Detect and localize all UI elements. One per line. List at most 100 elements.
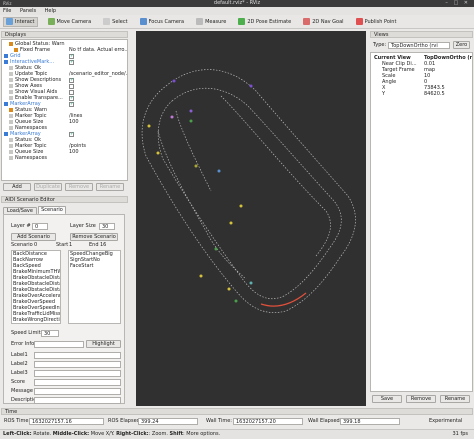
- road-outer-boundary: [141, 69, 356, 313]
- display-checkbox[interactable]: [69, 89, 74, 95]
- tool-select[interactable]: Select: [101, 17, 129, 27]
- zero-view-button[interactable]: Zero: [453, 41, 470, 49]
- displays-add-button[interactable]: Add: [3, 183, 31, 191]
- highlighted-segment: [260, 292, 307, 307]
- tool-2d-pose-estimate[interactable]: 2D Pose Estimate: [236, 17, 293, 27]
- tool-2d-nav-goal[interactable]: 2D Nav Goal: [301, 17, 345, 27]
- editor-panel-header: AIDI Scenario Editor: [1, 196, 128, 203]
- displays-duplicate-button[interactable]: Duplicate: [34, 183, 62, 191]
- window-title: default.rviz* - RViz: [213, 0, 261, 6]
- message-field[interactable]: [34, 388, 121, 395]
- waypoint: [189, 109, 193, 113]
- wall-elapsed-field: 399.18: [340, 418, 400, 425]
- scenario-label: Scenario: [11, 242, 33, 248]
- tool-measure[interactable]: Measure: [194, 17, 228, 27]
- displays-remove-button[interactable]: Remove: [65, 183, 93, 191]
- layer-spinbox[interactable]: 0: [32, 223, 48, 230]
- views-tree[interactable]: Current View TopDownOrtho (rvi Near Clip D…: [370, 52, 473, 392]
- tool-move-camera[interactable]: Move Camera: [46, 17, 94, 27]
- layer-size-label: Layer Size: [70, 223, 96, 229]
- middle-click-desc: Move X/Y.: [89, 431, 117, 437]
- view-type-select[interactable]: TopDownOrtho (rvi: [388, 42, 450, 49]
- display-tree-row[interactable]: Namespaces: [4, 155, 127, 161]
- views-rename-button[interactable]: Rename: [440, 395, 470, 403]
- scenario-map[interactable]: [136, 31, 366, 406]
- view-property-row[interactable]: Y 84620.5: [374, 91, 472, 97]
- add-scenario-button[interactable]: Add Scenario: [11, 233, 56, 241]
- toolbar: Interact Move Camera Select Focus Camera Mea…: [0, 15, 474, 29]
- property-icon: [9, 95, 13, 100]
- wall-time-label: Wall Time:: [206, 418, 232, 424]
- shift-hint: Shift: [169, 431, 183, 437]
- view-property-value[interactable]: 84620.5: [424, 91, 445, 97]
- field-label-label3: Label3: [11, 370, 28, 376]
- scenario-value: 0: [34, 242, 38, 248]
- field-label-message: Message: [11, 388, 33, 394]
- scenario-list-item[interactable]: BrakeWrongDirectio: [13, 317, 60, 323]
- display-checkbox[interactable]: [69, 83, 74, 89]
- tool-publish-point[interactable]: Publish Point: [354, 17, 399, 27]
- nav-goal-icon: [303, 18, 311, 25]
- remove-scenario-button[interactable]: Remove Scenario: [70, 233, 118, 241]
- tool-label: Interact: [15, 18, 35, 25]
- display-checkbox[interactable]: [69, 59, 74, 65]
- display-status-icon: [9, 107, 13, 112]
- waypoint: [234, 299, 238, 303]
- tool-label: Focus Camera: [148, 18, 185, 25]
- waypoint: [249, 84, 253, 88]
- displays-rename-button[interactable]: Rename: [96, 183, 124, 191]
- field-label-label1: Label1: [11, 352, 28, 358]
- layer-size-spinbox[interactable]: 30: [99, 223, 115, 230]
- scenario-tab-body: Layer # 0 Layer Size 30 Add Scenario Rem…: [3, 214, 125, 404]
- views-save-button[interactable]: Save: [372, 395, 402, 403]
- property-icon: [9, 113, 13, 118]
- views-title: Views: [374, 32, 389, 38]
- property-icon: [9, 137, 13, 142]
- window-controls[interactable]: – □ ✕: [445, 0, 470, 7]
- time-title: Time: [5, 409, 18, 415]
- label3-field[interactable]: [34, 370, 121, 377]
- scenario-list-right[interactable]: SpeedChangeBig SignStartNo FaceStart: [68, 250, 121, 324]
- label1-field[interactable]: [34, 352, 121, 359]
- display-status-icon: [4, 53, 8, 58]
- property-icon: [9, 77, 13, 82]
- display-status-icon: [4, 59, 8, 64]
- menu-panels[interactable]: Panels: [20, 8, 36, 14]
- render-viewport[interactable]: [136, 31, 366, 406]
- display-checkbox[interactable]: [69, 131, 74, 137]
- views-remove-button[interactable]: Remove: [406, 395, 436, 403]
- ruler-icon: [196, 18, 204, 25]
- highlight-button[interactable]: Highlight: [86, 340, 121, 348]
- waypoint: [239, 204, 243, 208]
- menu-file[interactable]: File: [3, 8, 11, 14]
- description-field[interactable]: [34, 397, 121, 404]
- left-click-desc: Rotate.: [31, 431, 53, 437]
- time-panel-header: Time: [1, 408, 473, 415]
- error-info-field[interactable]: [34, 341, 84, 348]
- waypoint: [249, 281, 253, 285]
- view-type-label: Type:: [373, 42, 387, 48]
- scenario-list-left[interactable]: BackDistance BackNarrow BackSpeed BrakeMini…: [11, 250, 61, 324]
- property-icon: [9, 83, 13, 88]
- displays-tree[interactable]: Global Status: Warn Fixed Frame No tf data…: [1, 39, 128, 181]
- scenario-list-item[interactable]: FaceStart: [70, 263, 120, 269]
- display-checkbox[interactable]: [69, 77, 74, 83]
- ros-elapsed-field: 399.24: [138, 418, 198, 425]
- label2-field[interactable]: [34, 361, 121, 368]
- tool-focus-camera[interactable]: Focus Camera: [138, 17, 187, 27]
- tool-interact[interactable]: Interact: [3, 16, 38, 27]
- road-inner-boundary: [157, 88, 342, 300]
- display-checkbox[interactable]: [69, 95, 74, 101]
- waypoint: [214, 247, 218, 251]
- select-icon: [103, 18, 111, 25]
- display-checkbox[interactable]: [69, 101, 74, 107]
- speed-limit-spinbox[interactable]: 30: [41, 330, 59, 337]
- display-checkbox[interactable]: [69, 53, 74, 59]
- experimental-checkbox-label[interactable]: Experimental: [429, 418, 462, 425]
- score-field[interactable]: [34, 379, 121, 386]
- road-lane-a: [220, 95, 331, 257]
- menu-help[interactable]: Help: [45, 8, 56, 14]
- tab-scenario[interactable]: Scenario: [38, 206, 66, 214]
- title-bar: RViz default.rviz* - RViz – □ ✕: [0, 0, 474, 7]
- field-label-score: Score: [11, 379, 26, 385]
